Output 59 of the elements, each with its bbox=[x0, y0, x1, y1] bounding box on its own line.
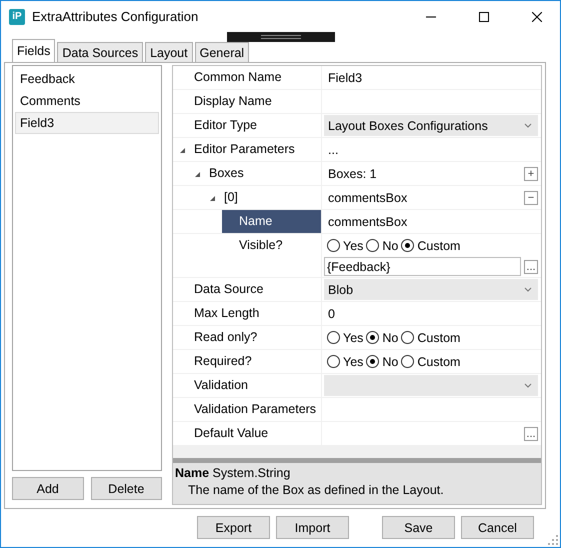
radio-option[interactable]: Custom bbox=[401, 238, 460, 252]
property-label[interactable]: Required? bbox=[189, 350, 321, 373]
property-label[interactable]: Visible? bbox=[234, 234, 321, 277]
property-value: commentsBox bbox=[327, 190, 408, 204]
dropdown-field[interactable]: Layout Boxes Configurations bbox=[324, 115, 538, 136]
radio-option[interactable]: Custom bbox=[401, 330, 460, 344]
drag-handle[interactable] bbox=[227, 32, 335, 42]
property-label[interactable]: Boxes bbox=[204, 162, 321, 185]
dialog-button[interactable]: Save bbox=[382, 516, 455, 539]
radio-option[interactable]: No bbox=[366, 354, 398, 368]
property-value: ... bbox=[327, 142, 340, 156]
description-text: The name of the Box as defined in the Layout. bbox=[187, 483, 445, 497]
property-value[interactable]: Field3 bbox=[324, 70, 538, 84]
property-value[interactable]: 0 bbox=[324, 306, 538, 320]
dialog-button[interactable]: Export bbox=[197, 516, 270, 539]
property-value: Boxes: 1 bbox=[327, 166, 378, 180]
property-label[interactable]: Default Value bbox=[189, 422, 321, 445]
close-icon bbox=[532, 12, 542, 22]
resize-grip-icon[interactable] bbox=[548, 535, 558, 545]
radio-option[interactable]: Yes bbox=[327, 330, 364, 344]
collection-button[interactable]: + bbox=[524, 166, 538, 180]
radio-option[interactable]: No bbox=[366, 330, 398, 344]
chevron-down-icon bbox=[524, 287, 532, 292]
property-label[interactable]: Editor Parameters bbox=[189, 138, 321, 161]
property-label[interactable]: Common Name bbox=[189, 66, 321, 89]
property-label[interactable]: Data Source bbox=[189, 278, 321, 301]
property-label[interactable]: Max Length bbox=[189, 302, 321, 325]
app-logo: iP bbox=[9, 8, 25, 24]
tab[interactable]: Fields bbox=[12, 39, 56, 62]
list-button[interactable]: Add bbox=[12, 477, 84, 500]
expression-field[interactable]: {Feedback} bbox=[324, 257, 521, 276]
chevron-down-icon bbox=[524, 383, 532, 388]
radio-option[interactable]: No bbox=[366, 238, 398, 252]
list-button[interactable]: Delete bbox=[90, 477, 162, 500]
radio-option[interactable]: Yes bbox=[327, 238, 364, 252]
dropdown-field[interactable]: Blob bbox=[324, 279, 538, 300]
browse-button[interactable]: ... bbox=[524, 260, 538, 274]
property-label[interactable]: [0] bbox=[219, 186, 321, 209]
property-value[interactable]: commentsBox bbox=[324, 214, 538, 228]
tab[interactable]: General bbox=[194, 42, 250, 62]
radio-option[interactable]: Custom bbox=[401, 354, 460, 368]
property-label[interactable]: Read only? bbox=[189, 326, 321, 349]
dropdown-field[interactable] bbox=[324, 375, 538, 396]
tab[interactable]: Layout bbox=[145, 42, 193, 62]
list-item[interactable]: Field3 bbox=[15, 112, 159, 134]
collection-button[interactable]: − bbox=[524, 190, 538, 204]
radio-option[interactable]: Yes bbox=[327, 354, 364, 368]
dialog-button[interactable]: Import bbox=[276, 516, 349, 539]
maximize-icon bbox=[479, 12, 489, 22]
list-item[interactable]: Comments bbox=[15, 90, 159, 112]
description-title: Name System.String bbox=[175, 466, 292, 480]
browse-button[interactable]: ... bbox=[524, 426, 538, 440]
dialog-button[interactable]: Cancel bbox=[461, 516, 534, 539]
chevron-down-icon bbox=[524, 123, 532, 128]
property-label[interactable]: Name bbox=[222, 210, 321, 233]
window-title: ExtraAttributes Configuration bbox=[32, 9, 200, 24]
tab[interactable]: Data Sources bbox=[57, 42, 144, 62]
list-item[interactable]: Feedback bbox=[15, 68, 159, 90]
property-label[interactable]: Editor Type bbox=[189, 114, 321, 137]
